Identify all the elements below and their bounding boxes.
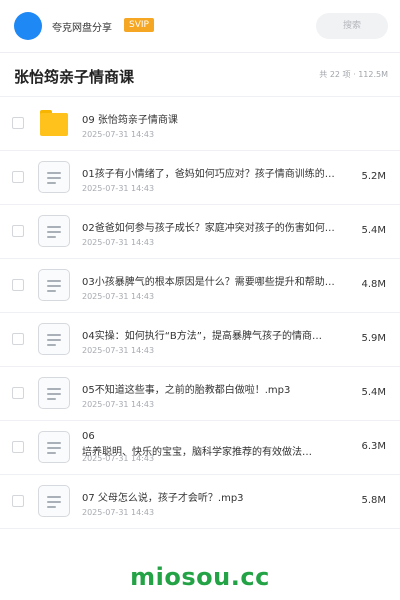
page-title: 张怡筠亲子情商课 <box>14 68 135 86</box>
file-row[interactable]: 02爸爸如何参与孩子成长？家庭冲突对孩子的伤害如何… 2025-07-31 14:… <box>0 204 400 258</box>
file-date: 2025-07-31 14:43 <box>82 346 155 355</box>
search-input[interactable]: 搜索 <box>316 13 388 39</box>
file-size: 5.4M <box>361 387 386 398</box>
avatar[interactable] <box>14 12 42 40</box>
document-icon <box>38 215 70 247</box>
file-checkbox[interactable] <box>12 387 24 399</box>
file-checkbox[interactable] <box>12 117 24 129</box>
document-icon <box>38 485 70 517</box>
file-date: 2025-07-31 14:43 <box>82 130 155 139</box>
document-icon <box>38 323 70 355</box>
file-date: 2025-07-31 14:43 <box>82 292 155 301</box>
file-row[interactable]: 03小孩暴脾气的根本原因是什么？需要哪些提升和帮助… 2025-07-31 14:… <box>0 258 400 312</box>
file-size: 5.4M <box>361 225 386 236</box>
file-checkbox[interactable] <box>12 333 24 345</box>
file-row[interactable]: 01孩子有小情绪了，爸妈如何巧应对？孩子情商训练的… 2025-07-31 14:… <box>0 150 400 204</box>
file-checkbox[interactable] <box>12 441 24 453</box>
share-owner-name: 夸克网盘分享 <box>52 23 112 34</box>
file-list: 09 张怡筠亲子情商课 2025-07-31 14:43 01孩子有小情绪了，爸妈如… <box>0 96 400 529</box>
file-name: 05不知道这些事，之前的胎教都白做啦！.mp3 <box>82 385 291 396</box>
folder-meta: 共 22 项 · 112.5M <box>319 70 388 79</box>
file-name: 04实操：如何执行“B方法”，提高暴脾气孩子的情商… <box>82 331 322 342</box>
file-size: 6.3M <box>361 441 386 452</box>
file-row[interactable]: 04实操：如何执行“B方法”，提高暴脾气孩子的情商… 2025-07-31 14:… <box>0 312 400 366</box>
file-date: 2025-07-31 14:43 <box>82 454 155 463</box>
top-bar: 夸克网盘分享 SVIP 搜索 <box>0 0 400 53</box>
file-size: 5.9M <box>361 333 386 344</box>
file-name: 01孩子有小情绪了，爸妈如何巧应对？孩子情商训练的… <box>82 169 335 180</box>
file-row[interactable]: 06 培养聪明、快乐的宝宝，脑科学家推荐的有效做法… 2025-07-31 14:4… <box>0 420 400 474</box>
file-name: 07 父母怎么说，孩子才会听？.mp3 <box>82 493 244 504</box>
document-icon <box>38 377 70 409</box>
file-checkbox[interactable] <box>12 495 24 507</box>
file-size: 5.2M <box>361 171 386 182</box>
file-date: 2025-07-31 14:43 <box>82 400 155 409</box>
file-size: 5.8M <box>361 495 386 506</box>
file-checkbox[interactable] <box>12 225 24 237</box>
file-size: 4.8M <box>361 279 386 290</box>
watermark: miosou.cc <box>130 563 270 591</box>
file-row[interactable]: 05不知道这些事，之前的胎教都白做啦！.mp3 2025-07-31 14:43 5… <box>0 366 400 420</box>
file-row[interactable]: 09 张怡筠亲子情商课 2025-07-31 14:43 <box>0 96 400 150</box>
document-icon <box>38 431 70 463</box>
file-checkbox[interactable] <box>12 171 24 183</box>
file-date: 2025-07-31 14:43 <box>82 508 155 517</box>
file-date: 2025-07-31 14:43 <box>82 184 155 193</box>
file-date: 2025-07-31 14:43 <box>82 238 155 247</box>
document-icon <box>38 161 70 193</box>
file-checkbox[interactable] <box>12 279 24 291</box>
svip-badge: SVIP <box>124 18 154 32</box>
file-row[interactable]: 07 父母怎么说，孩子才会听？.mp3 2025-07-31 14:43 5.8M <box>0 474 400 529</box>
folder-icon <box>40 110 68 136</box>
file-name: 02爸爸如何参与孩子成长？家庭冲突对孩子的伤害如何… <box>82 223 335 234</box>
file-name: 09 张怡筠亲子情商课 <box>82 115 178 126</box>
document-icon <box>38 269 70 301</box>
file-name: 03小孩暴脾气的根本原因是什么？需要哪些提升和帮助… <box>82 277 335 288</box>
